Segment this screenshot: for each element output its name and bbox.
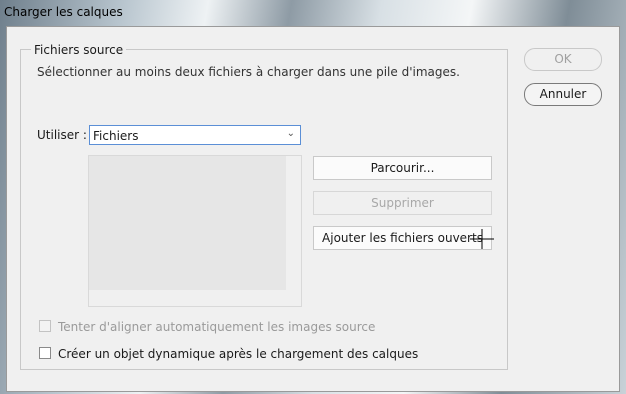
use-label: Utiliser : xyxy=(37,128,87,142)
crosshair-cursor-icon xyxy=(470,229,494,249)
cancel-button-label: Annuler xyxy=(539,87,587,101)
instructions-text: Sélectionner au moins deux fichiers à ch… xyxy=(37,65,460,79)
file-list[interactable] xyxy=(88,155,302,307)
use-dropdown-value: Fichiers xyxy=(93,129,139,143)
chevron-down-icon: ⌄ xyxy=(286,128,295,139)
window-title: Charger les calques xyxy=(4,5,123,19)
smart-object-label: Créer un objet dynamique après le charge… xyxy=(58,347,419,361)
use-dropdown[interactable]: Fichiers ⌄ xyxy=(89,125,301,145)
source-files-legend: Fichiers source xyxy=(31,43,127,57)
cancel-button[interactable]: Annuler xyxy=(524,83,602,106)
smart-object-checkbox[interactable] xyxy=(39,347,51,359)
add-open-files-label: Ajouter les fichiers ouverts xyxy=(322,231,483,245)
auto-align-label: Tenter d'aligner automatiquement les ima… xyxy=(58,320,376,334)
ok-button-label: OK xyxy=(554,52,572,66)
remove-button[interactable]: Supprimer xyxy=(313,191,492,215)
title-bar: Charger les calques xyxy=(0,0,626,26)
auto-align-checkbox[interactable] xyxy=(39,320,51,332)
ok-button[interactable]: OK xyxy=(524,48,602,71)
browse-button-label: Parcourir... xyxy=(370,161,435,175)
add-open-files-button[interactable]: Ajouter les fichiers ouverts xyxy=(313,226,492,250)
remove-button-label: Supprimer xyxy=(371,196,434,210)
file-list-area xyxy=(89,156,286,290)
browse-button[interactable]: Parcourir... xyxy=(313,156,492,180)
